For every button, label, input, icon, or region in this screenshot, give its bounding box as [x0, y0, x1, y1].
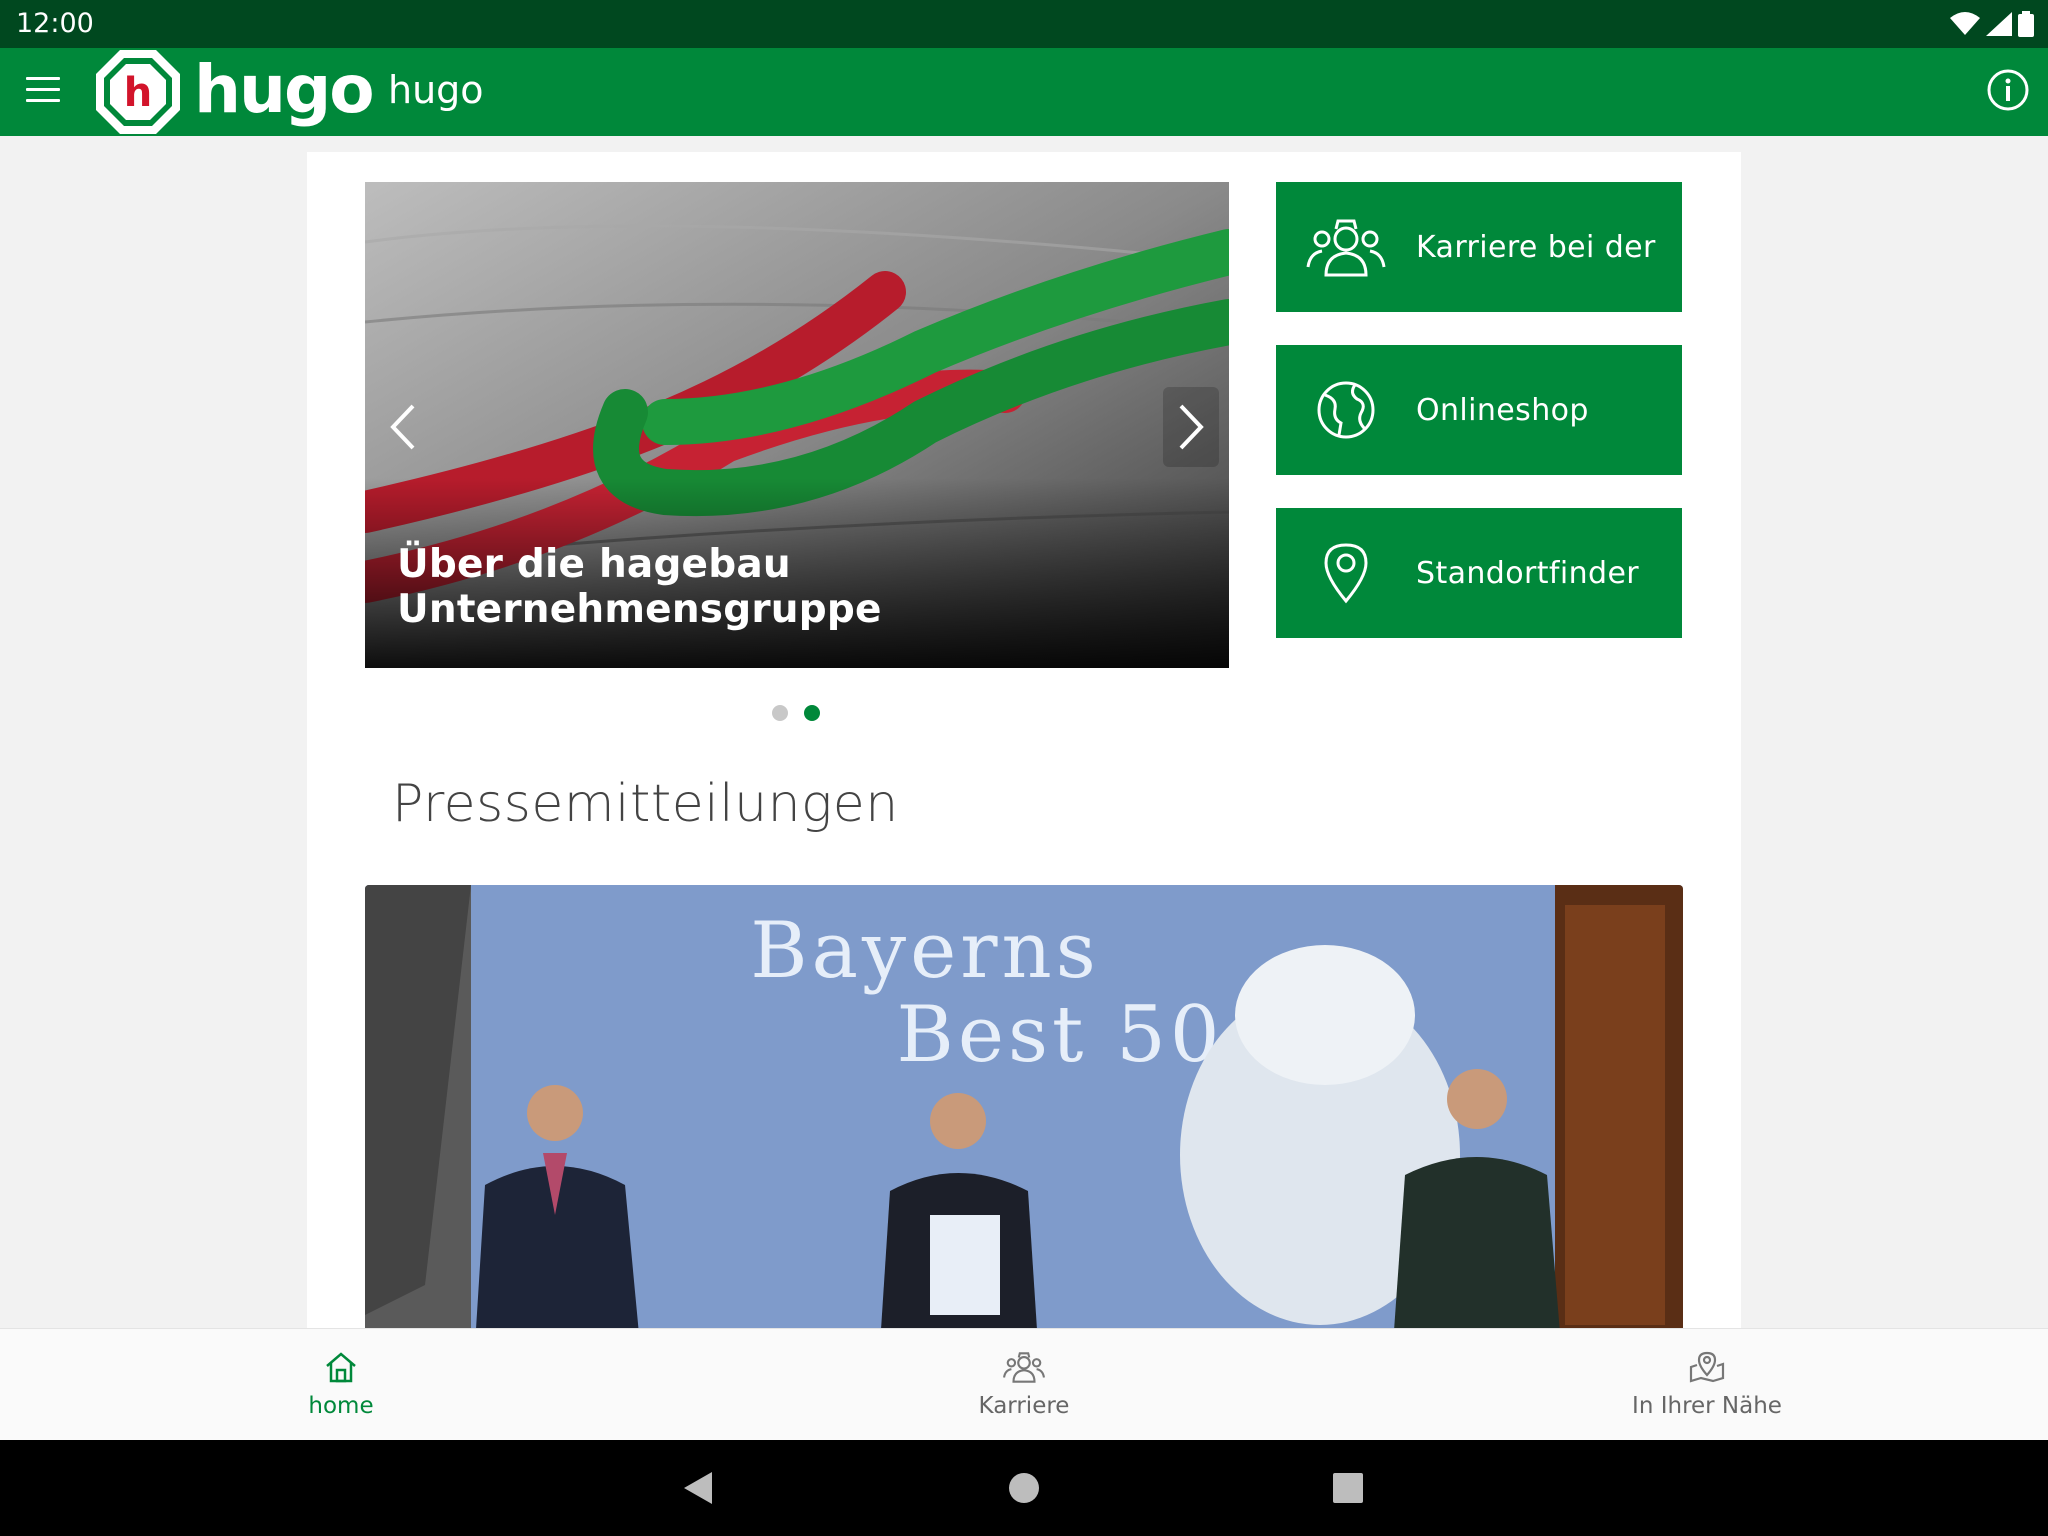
press-image-headline-1: Bayerns	[750, 906, 1100, 996]
slider-pagination	[772, 705, 820, 721]
tile-karriere-label: Karriere bei der	[1416, 229, 1656, 265]
wifi-icon	[1950, 12, 1980, 35]
status-icons	[1950, 11, 2034, 37]
chevron-left-icon	[390, 404, 415, 450]
bottom-navigation: home Karriere In Ihrer Nähe	[0, 1328, 2048, 1440]
nav-in-ihrer-naehe[interactable]: In Ihrer Nähe	[1557, 1329, 1857, 1441]
press-image-headline-2: Best 50	[897, 990, 1224, 1080]
tile-onlineshop-label: Onlineshop	[1416, 392, 1589, 428]
app-bar: h hugo hugo	[0, 48, 2048, 136]
hamburger-menu-icon[interactable]	[26, 77, 60, 107]
tile-standortfinder[interactable]: Standortfinder	[1276, 508, 1682, 638]
slider-next-button[interactable]	[1163, 387, 1219, 467]
home-icon	[326, 1352, 356, 1383]
people-icon	[1003, 1352, 1045, 1383]
status-time: 12:00	[16, 8, 94, 39]
system-navigation-bar	[0, 1440, 2048, 1536]
app-title: hugo	[388, 68, 484, 112]
hugo-logo: h hugo	[94, 48, 375, 136]
signal-icon	[1986, 12, 2012, 36]
recents-icon[interactable]	[1332, 1470, 1364, 1506]
press-photo-bayerns-best-50: Bayerns Best 50	[365, 885, 1683, 1328]
slider-dot-2[interactable]	[804, 705, 820, 721]
location-pin-icon	[1324, 543, 1368, 604]
back-icon[interactable]	[682, 1470, 714, 1506]
nav-home-label: home	[308, 1393, 374, 1419]
chevron-right-icon	[1179, 404, 1204, 450]
nav-in-ihrer-naehe-label: In Ihrer Nähe	[1632, 1393, 1782, 1419]
press-article-image[interactable]: Bayerns Best 50	[365, 885, 1683, 1328]
tile-karriere[interactable]: Karriere bei der	[1276, 182, 1682, 312]
battery-icon	[2018, 11, 2034, 37]
people-icon	[1306, 219, 1386, 277]
svg-text:h: h	[124, 70, 152, 116]
nav-home[interactable]: home	[191, 1329, 491, 1441]
slider-prev-button[interactable]	[375, 387, 431, 467]
hugo-logo-icon: h	[96, 50, 180, 134]
home-circle-icon[interactable]	[1008, 1470, 1040, 1506]
globe-icon	[1317, 381, 1375, 439]
press-section-title: Pressemitteilungen	[392, 774, 899, 834]
tile-standortfinder-label: Standortfinder	[1416, 555, 1640, 591]
logo-wordmark: hugo	[194, 50, 375, 128]
home-content: Über die hagebau Unternehmensgruppe Karr…	[307, 152, 1741, 1328]
image-slider[interactable]: Über die hagebau Unternehmensgruppe	[365, 182, 1229, 668]
slider-dot-1[interactable]	[772, 705, 788, 721]
nav-karriere-label: Karriere	[978, 1393, 1070, 1419]
status-bar: 12:00	[0, 0, 2048, 48]
tile-onlineshop[interactable]: Onlineshop	[1276, 345, 1682, 475]
nav-karriere[interactable]: Karriere	[874, 1329, 1174, 1441]
info-icon[interactable]	[1986, 68, 2030, 112]
slide-caption: Über die hagebau Unternehmensgruppe	[397, 542, 882, 632]
map-pin-icon	[1689, 1351, 1725, 1383]
